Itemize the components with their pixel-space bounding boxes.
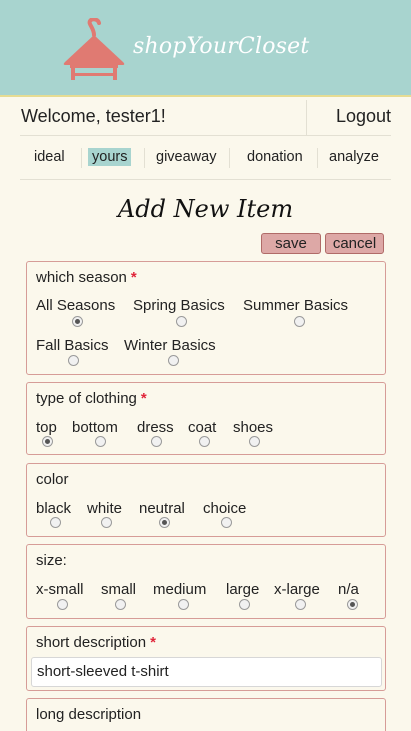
main-nav: ideal yours giveaway donation analyze xyxy=(20,138,391,180)
required-marker: * xyxy=(150,634,156,651)
season-radio-summer[interactable] xyxy=(294,316,305,327)
season-radio-spring[interactable] xyxy=(176,316,187,327)
clothing-radio-bottom[interactable] xyxy=(95,436,106,447)
color-option-label: neutral xyxy=(139,500,185,517)
color-option-label: white xyxy=(87,500,123,517)
hanger-icon xyxy=(63,18,125,80)
divider xyxy=(144,148,145,168)
clothing-radio-dress[interactable] xyxy=(151,436,162,447)
season-fieldset: which season * All Seasons Spring Basics … xyxy=(26,261,386,375)
divider xyxy=(81,148,82,168)
size-fieldset: size: x-small small medium large x-large… xyxy=(26,544,386,619)
size-option-label: medium xyxy=(153,581,207,598)
season-option-label: Summer Basics xyxy=(243,297,349,314)
brand-name: shopYourCloset xyxy=(133,34,310,59)
short-description-label: short description * xyxy=(36,634,156,651)
logout-link[interactable]: Logout xyxy=(336,106,391,127)
size-option-label: large xyxy=(226,581,260,598)
size-radio-na[interactable] xyxy=(347,599,358,610)
color-option-label: black xyxy=(36,500,72,517)
clothing-radio-shoes[interactable] xyxy=(249,436,260,447)
color-label: color xyxy=(36,471,69,488)
size-radio-x-large[interactable] xyxy=(295,599,306,610)
season-label: which season * xyxy=(36,269,137,286)
size-radio-medium[interactable] xyxy=(178,599,189,610)
long-description-label: long description xyxy=(36,706,142,723)
short-description-input[interactable]: short-sleeved t-shirt xyxy=(31,657,382,687)
app-header: shopYourCloset xyxy=(0,0,411,97)
clothing-option-label: coat xyxy=(188,419,217,436)
tab-analyze[interactable]: analyze xyxy=(325,148,383,166)
clothing-option-label: bottom xyxy=(72,419,118,436)
size-option-label: x-large xyxy=(274,581,320,598)
divider xyxy=(306,100,307,136)
tab-ideal[interactable]: ideal xyxy=(30,148,69,166)
season-option-label: Winter Basics xyxy=(124,337,216,354)
season-option-label: Fall Basics xyxy=(36,337,109,354)
short-description-fieldset: short description * short-sleeved t-shirt xyxy=(26,626,386,691)
divider xyxy=(317,148,318,168)
welcome-message: Welcome, tester1! xyxy=(21,106,166,126)
color-radio-white[interactable] xyxy=(101,517,112,528)
color-radio-neutral[interactable] xyxy=(159,517,170,528)
season-option-label: All Seasons xyxy=(36,297,116,314)
required-marker: * xyxy=(130,269,137,286)
clothing-option-label: dress xyxy=(137,419,174,436)
color-option-label: choice xyxy=(203,500,247,517)
color-radio-black[interactable] xyxy=(50,517,61,528)
required-marker: * xyxy=(140,390,147,407)
color-fieldset: color black white neutral choice xyxy=(26,463,386,537)
cancel-button[interactable]: cancel xyxy=(325,233,384,254)
tab-donation[interactable]: donation xyxy=(243,148,307,166)
long-description-fieldset: long description xyxy=(26,698,386,731)
season-radio-winter[interactable] xyxy=(168,355,179,366)
tab-giveaway[interactable]: giveaway xyxy=(152,148,220,166)
page-title: Add New Item xyxy=(117,195,294,223)
account-bar: Welcome, tester1! Logout xyxy=(20,100,391,136)
size-option-label: x-small xyxy=(36,581,84,598)
size-radio-small[interactable] xyxy=(115,599,126,610)
clothing-option-label: top xyxy=(36,419,57,436)
season-option-label: Spring Basics xyxy=(133,297,225,314)
size-option-label: small xyxy=(101,581,137,598)
season-radio-fall[interactable] xyxy=(68,355,79,366)
color-radio-choice[interactable] xyxy=(221,517,232,528)
size-radio-large[interactable] xyxy=(239,599,250,610)
clothing-type-label: type of clothing * xyxy=(36,390,147,407)
clothing-option-label: shoes xyxy=(233,419,274,436)
divider xyxy=(229,148,230,168)
save-button[interactable]: save xyxy=(261,233,321,254)
size-label: size: xyxy=(36,552,67,569)
clothing-radio-top[interactable] xyxy=(42,436,53,447)
size-option-label: n/a xyxy=(338,581,359,598)
clothing-radio-coat[interactable] xyxy=(199,436,210,447)
tab-yours[interactable]: yours xyxy=(88,148,132,166)
size-radio-x-small[interactable] xyxy=(57,599,68,610)
season-radio-all-seasons[interactable] xyxy=(72,316,83,327)
clothing-type-fieldset: type of clothing * top bottom dress coat … xyxy=(26,382,386,455)
